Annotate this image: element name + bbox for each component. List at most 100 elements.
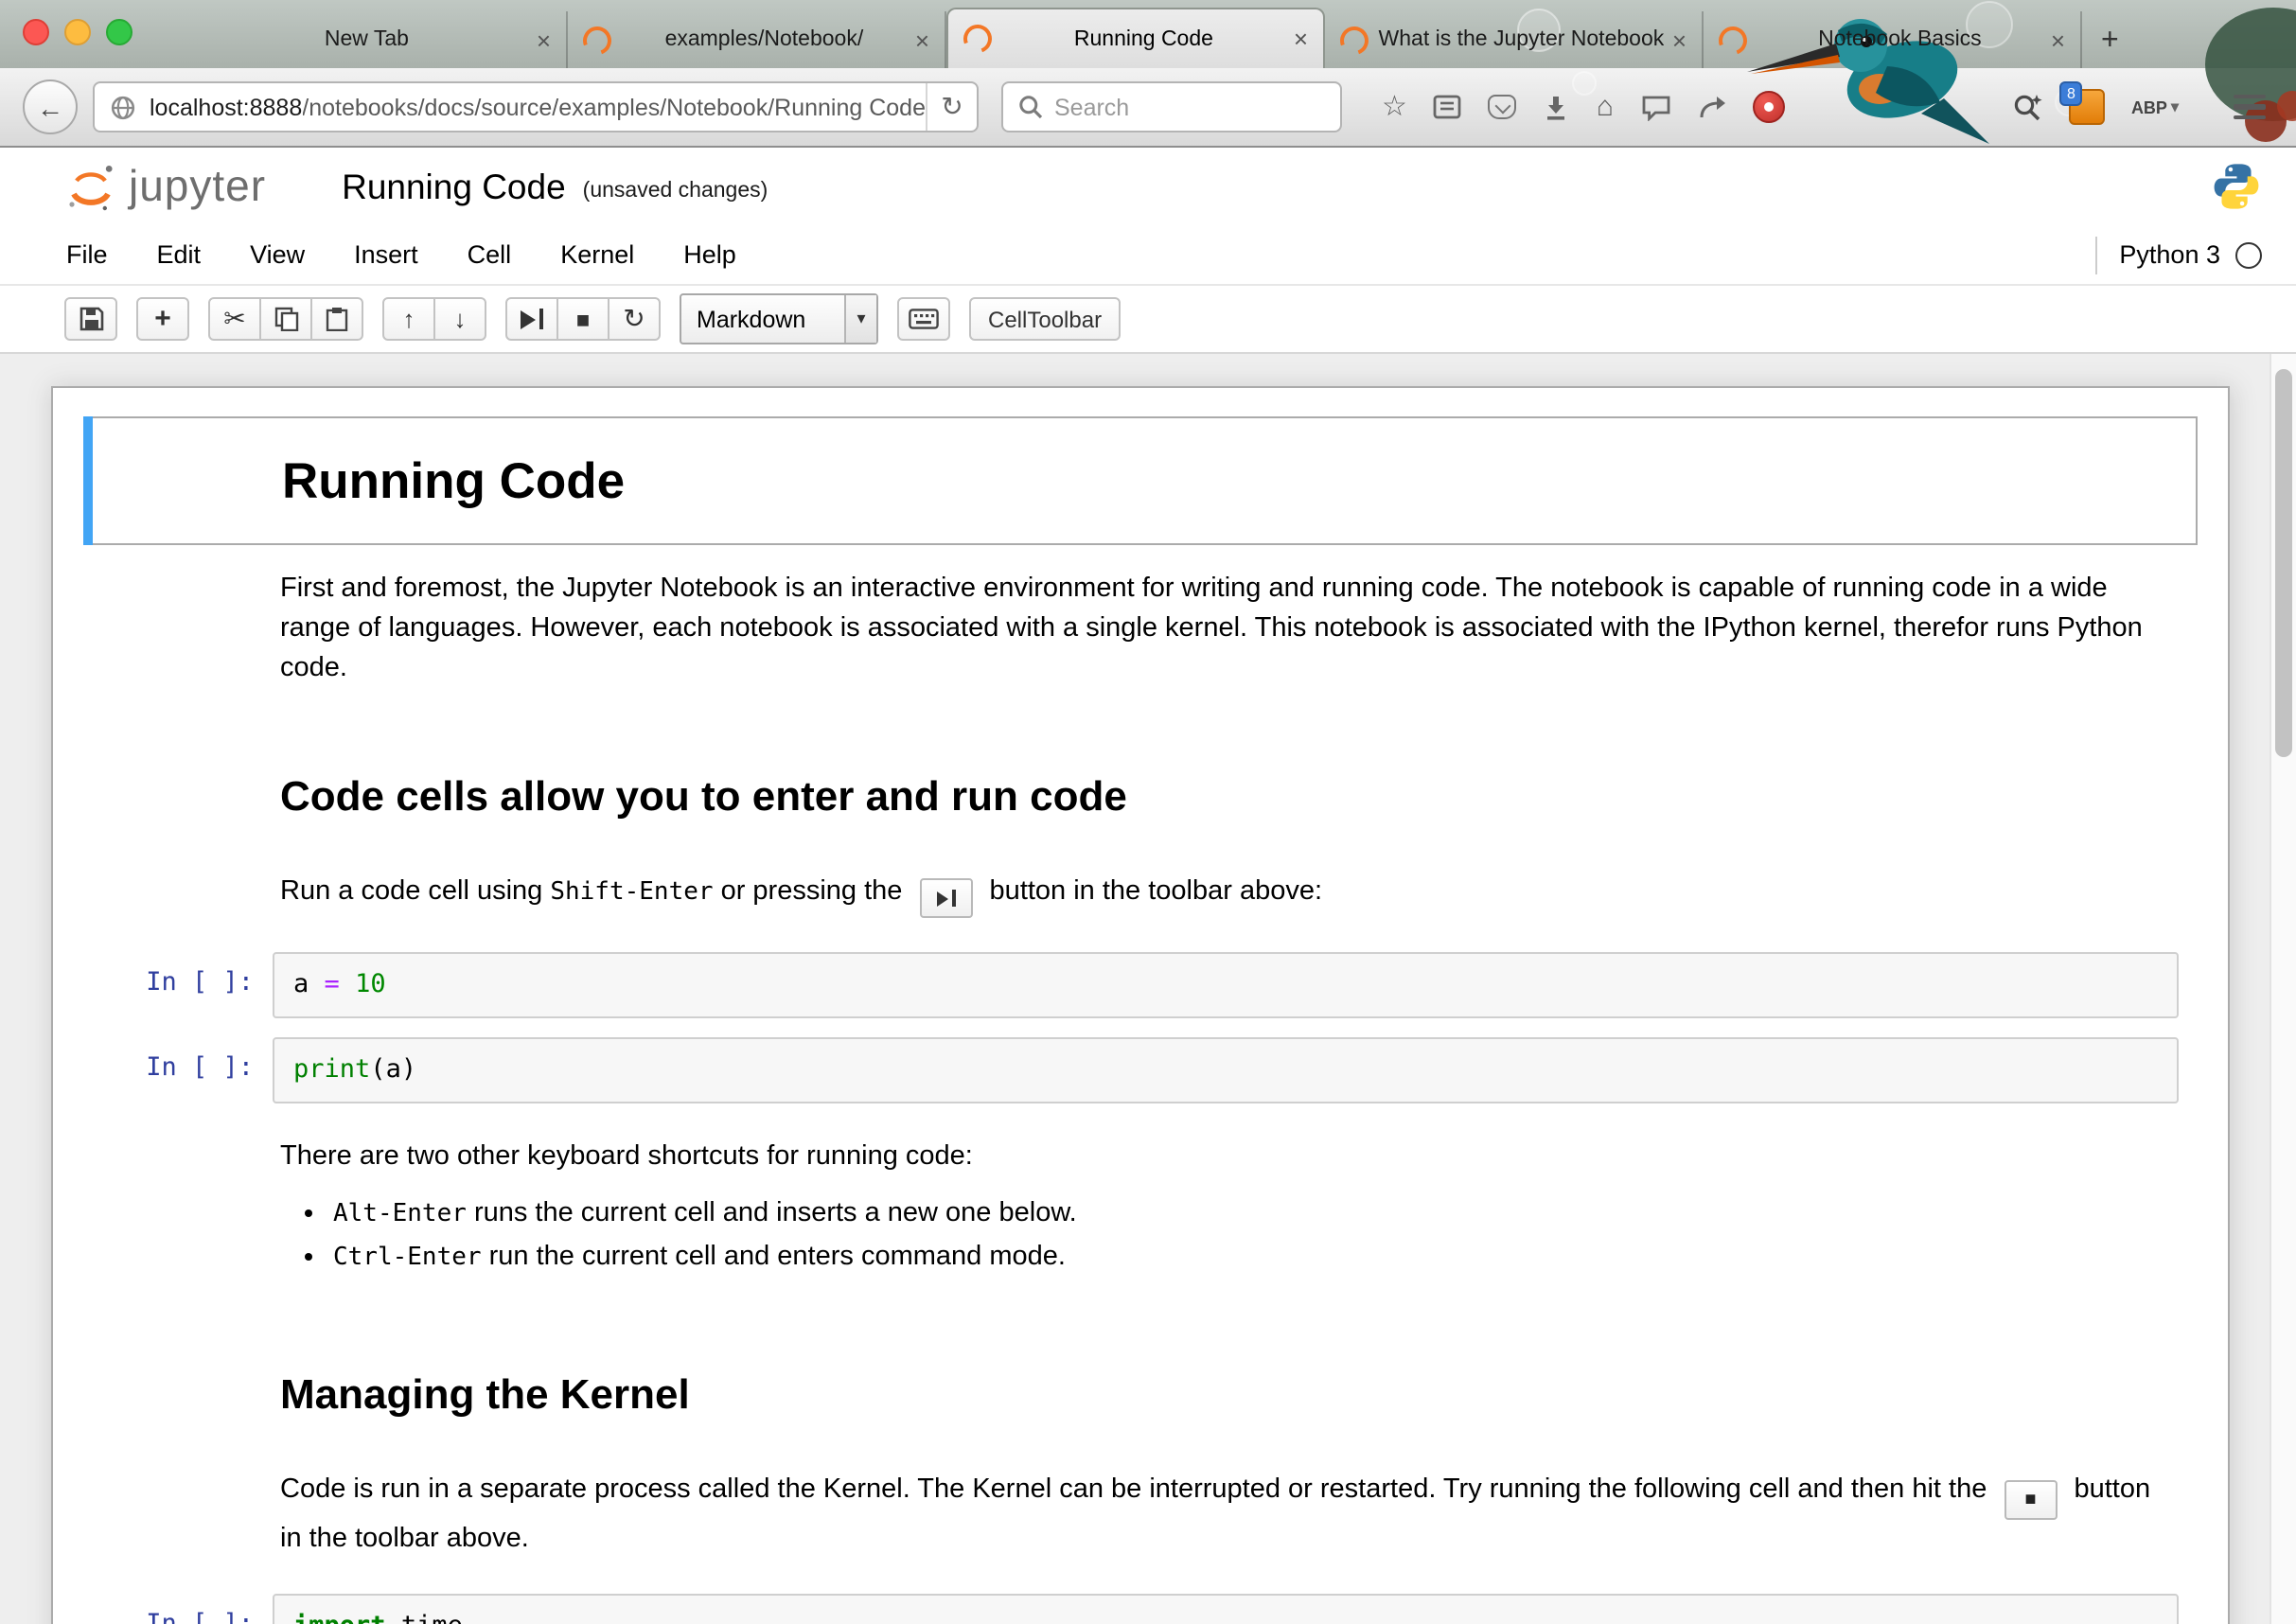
run-cell-button[interactable]	[505, 297, 558, 341]
chat-bubble-icon[interactable]	[1640, 94, 1670, 120]
browser-chrome: New Tab × examples/Notebook/ × Running C…	[0, 0, 2296, 148]
tab-label: Running Code	[1001, 27, 1286, 50]
tab-running-code-active[interactable]: Running Code ×	[946, 8, 1325, 68]
markdown-cell-h2-code-cells[interactable]: Code cells allow you to enter and run co…	[83, 715, 2198, 848]
reload-icon[interactable]: ↻	[926, 83, 977, 131]
tab-label: What is the Jupyter Notebook	[1378, 28, 1665, 51]
menu-edit[interactable]: Edit	[132, 240, 226, 269]
browser-window: New Tab × examples/Notebook/ × Running C…	[0, 0, 2296, 1624]
save-button[interactable]	[64, 297, 117, 341]
url-path: /notebooks/docs/source/examples/Notebook…	[302, 94, 926, 120]
site-identity-globe-icon[interactable]	[110, 94, 136, 120]
notebook-title[interactable]: Running Code	[342, 166, 566, 207]
heading-code-cells: Code cells allow you to enter and run co…	[280, 773, 2179, 823]
search-input[interactable]: Search	[1001, 81, 1342, 132]
window-controls	[23, 19, 132, 45]
screenshot-tool-icon[interactable]	[2012, 93, 2042, 121]
cell-type-select[interactable]: Markdown ▾	[680, 293, 878, 344]
markdown-cell-kernel-para[interactable]: Code is run in a separate process called…	[83, 1446, 2198, 1585]
restart-kernel-button[interactable]: ↻	[608, 297, 661, 341]
markdown-cell-shortcuts[interactable]: There are two other keyboard shortcuts f…	[83, 1114, 2198, 1305]
run-button-inline-icon	[920, 879, 973, 919]
jupyter-menu-bar: File Edit View Insert Cell Kernel Help P…	[0, 225, 2296, 286]
pocket-icon[interactable]	[1489, 95, 1517, 119]
url-bar[interactable]: localhost:8888 /notebooks/docs/source/ex…	[93, 81, 979, 132]
menu-help[interactable]: Help	[659, 240, 761, 269]
add-cell-button[interactable]: +	[136, 297, 189, 341]
paste-cell-button[interactable]	[310, 297, 363, 341]
markdown-cell-run-instructions[interactable]: Run a code cell using Shift-Enter or pre…	[83, 848, 2198, 944]
shortcuts-intro: There are two other keyboard shortcuts f…	[280, 1139, 2179, 1178]
menu-view[interactable]: View	[225, 240, 329, 269]
celltoolbar-button[interactable]: CellToolbar	[969, 297, 1121, 341]
jupyter-header: jupyter Running Code (unsaved changes) F…	[0, 148, 2296, 354]
extension-badge: 8	[2059, 81, 2083, 106]
menu-kernel[interactable]: Kernel	[536, 240, 659, 269]
intro-paragraph: First and foremost, the Jupyter Notebook…	[280, 571, 2179, 690]
back-button[interactable]: ←	[23, 79, 78, 134]
run-icon	[521, 309, 536, 328]
menu-hamburger-icon[interactable]	[2234, 95, 2266, 120]
tab-label: examples/Notebook/	[621, 28, 908, 51]
bookmarks-panel-icon[interactable]	[1434, 95, 1462, 119]
checkpoint-status: (unsaved changes)	[583, 171, 768, 202]
interrupt-kernel-button[interactable]: ■	[556, 297, 609, 341]
command-palette-button[interactable]	[897, 297, 950, 341]
arrow-down-icon: ↓	[454, 305, 467, 333]
share-icon[interactable]	[1697, 94, 1725, 120]
notebook-scroll-area: Running Code First and foremost, the Jup…	[0, 354, 2296, 1624]
code-editor[interactable]: print(a)	[273, 1038, 2179, 1104]
code-cell-import-time[interactable]: In [ ]: import timetime.sleep(10)	[83, 1585, 2198, 1624]
home-icon[interactable]: ⌂	[1597, 93, 1614, 121]
window-close-button[interactable]	[23, 19, 49, 45]
list-item: Alt-Enter runs the current cell and inse…	[333, 1193, 2179, 1237]
scrollbar-thumb[interactable]	[2275, 369, 2292, 757]
abp-label: ABP	[2131, 97, 2167, 116]
tab-examples-notebook[interactable]: examples/Notebook/ ×	[568, 11, 946, 68]
new-tab-button[interactable]: +	[2101, 25, 2119, 59]
move-cell-up-button[interactable]: ↑	[382, 297, 435, 341]
restart-icon: ↻	[623, 303, 645, 335]
jupyter-logo-icon	[64, 160, 117, 213]
tab-new-tab[interactable]: New Tab ×	[189, 11, 568, 68]
scrollbar-track[interactable]	[2270, 354, 2296, 1624]
menu-file[interactable]: File	[42, 240, 132, 269]
tab-close-icon[interactable]: ×	[537, 26, 551, 54]
copy-cell-button[interactable]	[259, 297, 312, 341]
tab-strip: New Tab × examples/Notebook/ × Running C…	[189, 0, 2082, 68]
code-cell-a-equals-10[interactable]: In [ ]: a = 10	[83, 944, 2198, 1029]
markdown-cell-intro[interactable]: First and foremost, the Jupyter Notebook…	[83, 546, 2198, 715]
tab-close-icon[interactable]: ×	[2051, 26, 2065, 54]
heading-managing-kernel: Managing the Kernel	[280, 1371, 2179, 1421]
code-cell-print-a[interactable]: In [ ]: print(a)	[83, 1029, 2198, 1114]
download-icon[interactable]	[1544, 94, 1570, 120]
tab-close-icon[interactable]: ×	[1672, 26, 1687, 54]
extension-icon-red[interactable]	[1752, 91, 1784, 123]
window-zoom-button[interactable]	[106, 19, 132, 45]
tab-close-icon[interactable]: ×	[915, 26, 929, 54]
tab-notebook-basics[interactable]: Notebook Basics ×	[1704, 11, 2082, 68]
code-editor[interactable]: import timetime.sleep(10)	[273, 1595, 2179, 1624]
extension-icon-orange[interactable]: 8	[2069, 89, 2105, 125]
stop-icon: ■	[576, 306, 591, 332]
jupyter-favicon	[578, 21, 616, 59]
jupyter-logo-text[interactable]: jupyter	[129, 161, 266, 212]
move-cell-down-button[interactable]: ↓	[433, 297, 486, 341]
jupyter-toolbar: + ✂ ↑ ↓ ■ ↻ Markdown	[0, 286, 2296, 354]
tab-close-icon[interactable]: ×	[1294, 25, 1308, 53]
search-placeholder: Search	[1054, 94, 1129, 120]
kernel-idle-icon	[2235, 241, 2262, 268]
bookmark-star-icon[interactable]: ☆	[1382, 93, 1407, 121]
inline-code-shift-enter: Shift-Enter	[550, 878, 713, 907]
window-minimize-button[interactable]	[64, 19, 91, 45]
kernel-indicator: Python 3	[2094, 236, 2262, 274]
code-editor[interactable]: a = 10	[273, 953, 2179, 1019]
menu-cell[interactable]: Cell	[443, 240, 537, 269]
markdown-cell-h2-kernel[interactable]: Managing the Kernel	[83, 1305, 2198, 1446]
tab-what-is-jupyter[interactable]: What is the Jupyter Notebook ×	[1325, 11, 1704, 68]
adblock-plus-menu[interactable]: ABP ▾	[2131, 97, 2179, 116]
cut-cell-button[interactable]: ✂	[208, 297, 261, 341]
menu-insert[interactable]: Insert	[329, 240, 443, 269]
markdown-cell-title-selected[interactable]: Running Code	[83, 416, 2198, 546]
list-item: Ctrl-Enter run the current cell and ente…	[333, 1237, 2179, 1280]
